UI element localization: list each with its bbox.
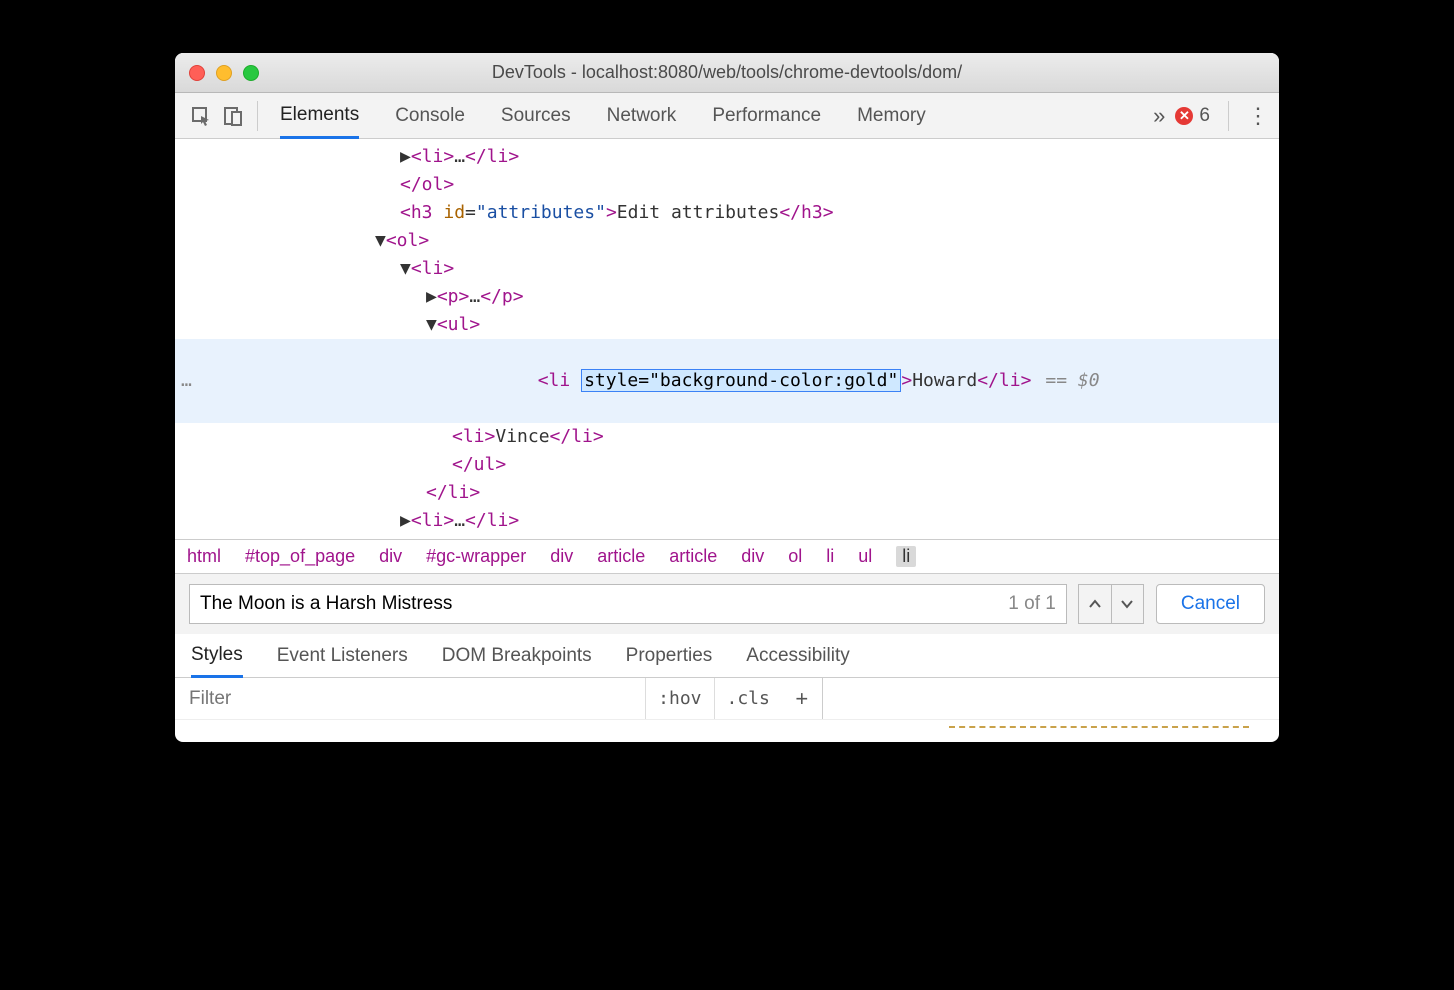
subtab-event-listeners[interactable]: Event Listeners: [277, 634, 408, 677]
new-style-rule-button[interactable]: +: [782, 686, 822, 712]
cls-toggle[interactable]: .cls: [714, 678, 782, 719]
attribute-edit-field[interactable]: style="background-color:gold": [581, 369, 901, 392]
styles-content: [175, 720, 1279, 742]
crumb-selected[interactable]: li: [896, 546, 916, 567]
window-title: DevTools - localhost:8080/web/tools/chro…: [175, 62, 1279, 83]
ellipsis-icon[interactable]: …: [175, 367, 205, 395]
search-stepper: [1078, 584, 1144, 624]
crumb[interactable]: div: [550, 546, 573, 567]
window-controls: [189, 65, 259, 81]
tab-elements[interactable]: Elements: [280, 94, 359, 139]
error-icon: ✕: [1175, 107, 1193, 125]
dom-node[interactable]: </ol>: [175, 171, 1279, 199]
dom-node[interactable]: ▼<ol>: [175, 227, 1279, 255]
toolbar-right: » ✕ 6 ⋮: [1153, 101, 1279, 131]
toolbar-separator: [257, 101, 258, 131]
styles-filter-row: :hov .cls +: [175, 678, 1279, 720]
subtab-styles[interactable]: Styles: [191, 635, 243, 678]
tab-performance[interactable]: Performance: [712, 93, 821, 138]
pane-splitter[interactable]: [822, 678, 823, 719]
dom-node[interactable]: <h3 id="attributes">Edit attributes</h3>: [175, 199, 1279, 227]
search-next-button[interactable]: [1111, 585, 1143, 623]
crumb[interactable]: #gc-wrapper: [426, 546, 526, 567]
search-input-wrap: 1 of 1: [189, 584, 1067, 624]
dom-node-selected[interactable]: … <li style="background-color:gold">Howa…: [175, 339, 1279, 423]
crumb[interactable]: article: [597, 546, 645, 567]
dom-node[interactable]: ▼<ul>: [175, 311, 1279, 339]
titlebar: DevTools - localhost:8080/web/tools/chro…: [175, 53, 1279, 93]
crumb[interactable]: article: [669, 546, 717, 567]
hov-toggle[interactable]: :hov: [645, 678, 713, 719]
styles-filter-input[interactable]: [189, 688, 389, 710]
error-badge[interactable]: ✕ 6: [1175, 105, 1210, 127]
main-toolbar: Elements Console Sources Network Perform…: [175, 93, 1279, 139]
device-toolbar-icon[interactable]: [217, 106, 249, 126]
subtab-properties[interactable]: Properties: [626, 634, 713, 677]
crumb[interactable]: html: [187, 546, 221, 567]
minimize-window-button[interactable]: [216, 65, 232, 81]
tab-memory[interactable]: Memory: [857, 93, 926, 138]
cancel-button[interactable]: Cancel: [1156, 584, 1265, 624]
inspect-element-icon[interactable]: [185, 106, 217, 126]
crumb[interactable]: #top_of_page: [245, 546, 355, 567]
more-tabs-button[interactable]: »: [1153, 103, 1165, 129]
tab-console[interactable]: Console: [395, 93, 465, 138]
crumb[interactable]: ol: [788, 546, 802, 567]
panel-tabs: Elements Console Sources Network Perform…: [280, 93, 926, 138]
crumb[interactable]: div: [741, 546, 764, 567]
styles-subtabs: Styles Event Listeners DOM Breakpoints P…: [175, 634, 1279, 678]
close-window-button[interactable]: [189, 65, 205, 81]
dom-node[interactable]: </li>: [175, 479, 1279, 507]
toolbar-separator: [1228, 101, 1229, 131]
kebab-menu-button[interactable]: ⋮: [1247, 103, 1269, 129]
element-style-box: [949, 726, 1249, 742]
dom-tree[interactable]: ▶<li>…</li> </ol> <h3 id="attributes">Ed…: [175, 139, 1279, 539]
crumb[interactable]: li: [826, 546, 834, 567]
dom-node[interactable]: ▼<li>: [175, 255, 1279, 283]
console-reference-hint: == $0: [1045, 370, 1099, 391]
zoom-window-button[interactable]: [243, 65, 259, 81]
crumb[interactable]: ul: [858, 546, 872, 567]
breadcrumb: html #top_of_page div #gc-wrapper div ar…: [175, 539, 1279, 574]
dom-node[interactable]: </ul>: [175, 451, 1279, 479]
search-bar: 1 of 1 Cancel: [175, 574, 1279, 634]
dom-node[interactable]: <li>Vince</li>: [175, 423, 1279, 451]
dom-node[interactable]: ▶<p>…</p>: [175, 283, 1279, 311]
search-match-count: 1 of 1: [1008, 593, 1056, 615]
subtab-accessibility[interactable]: Accessibility: [746, 634, 849, 677]
devtools-window: DevTools - localhost:8080/web/tools/chro…: [175, 53, 1279, 742]
crumb[interactable]: div: [379, 546, 402, 567]
subtab-dom-breakpoints[interactable]: DOM Breakpoints: [442, 634, 592, 677]
error-count: 6: [1199, 105, 1210, 127]
dom-node[interactable]: ▶<li>…</li>: [175, 507, 1279, 535]
search-prev-button[interactable]: [1079, 585, 1111, 623]
search-input[interactable]: [200, 593, 1000, 615]
tab-network[interactable]: Network: [607, 93, 677, 138]
dom-node[interactable]: ▶<li>…</li>: [175, 143, 1279, 171]
tab-sources[interactable]: Sources: [501, 93, 571, 138]
